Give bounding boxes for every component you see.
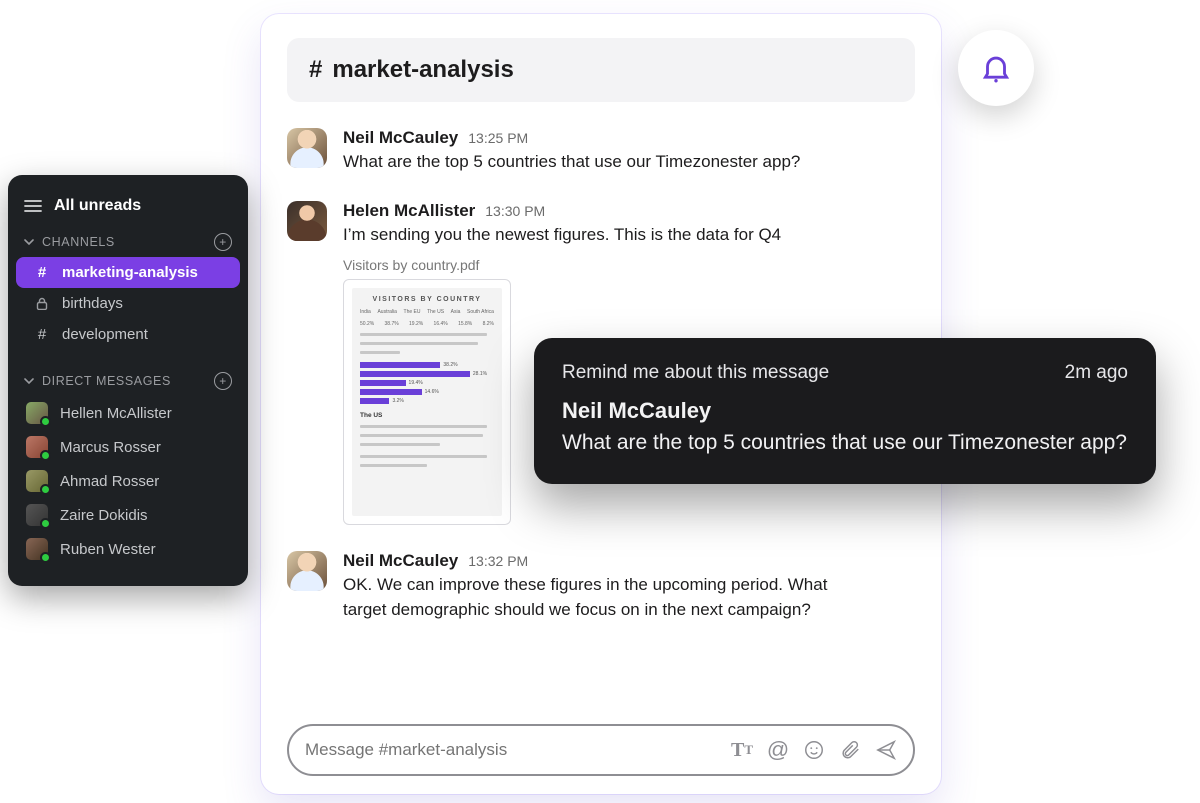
reminder-toast[interactable]: Remind me about this message 2m ago Neil… [534,338,1156,484]
format-icon[interactable]: TT [731,739,753,761]
channel-label: development [62,326,148,343]
pdf-section-label: The US [360,412,494,419]
send-icon[interactable] [875,739,897,761]
message[interactable]: Neil McCauley 13:25 PM What are the top … [287,128,915,175]
presence-dot [40,552,51,563]
chevron-down-icon [24,237,34,247]
presence-dot [40,518,51,529]
channel-name: market-analysis [332,56,513,84]
dm-name: Ruben Wester [60,541,156,558]
channel-label: marketing-analysis [62,264,198,281]
message-author: Neil McCauley [343,551,458,571]
message-time: 13:30 PM [485,203,545,219]
all-unreads[interactable]: All unreads [8,191,248,221]
chevron-down-icon [24,376,34,386]
pdf-preview: VISITORS BY COUNTRY IndiaAustraliaThe EU… [352,288,502,516]
lock-icon [34,297,50,310]
presence-dot [40,416,51,427]
attach-icon[interactable] [839,739,861,761]
sidebar: All unreads CHANNELS + # marketing-analy… [8,175,248,586]
dm-item[interactable]: Ahmad Rosser [8,464,248,498]
message[interactable]: Neil McCauley 13:32 PM OK. We can improv… [287,551,915,622]
dm-item[interactable]: Hellen McAllister [8,396,248,430]
avatar[interactable] [287,551,327,591]
toast-age: 2m ago [1065,362,1128,384]
add-dm-button[interactable]: + [214,372,232,390]
dm-name: Ahmad Rosser [60,473,159,490]
dm-label: DIRECT MESSAGES [42,374,171,388]
channel-label: birthdays [62,295,123,312]
attachment-thumbnail[interactable]: VISITORS BY COUNTRY IndiaAustraliaThe EU… [343,279,511,525]
dm-name: Marcus Rosser [60,439,161,456]
dm-item[interactable]: Ruben Wester [8,532,248,566]
mention-icon[interactable]: @ [767,739,789,761]
pdf-title: VISITORS BY COUNTRY [360,296,494,303]
message-author: Neil McCauley [343,128,458,148]
bell-icon [979,51,1013,85]
message-composer[interactable]: TT @ [287,724,915,776]
toast-author: Neil McCauley [562,398,1128,424]
channel-item-development[interactable]: # development [16,319,240,350]
channel-item-birthdays[interactable]: birthdays [16,288,240,319]
dm-name: Zaire Dokidis [60,507,148,524]
avatar[interactable] [287,128,327,168]
menu-icon [24,199,42,213]
attachment-filename[interactable]: Visitors by country.pdf [343,257,915,273]
hash-icon: # [34,326,50,343]
message-input[interactable] [305,740,717,760]
notifications-button[interactable] [958,30,1034,106]
add-channel-button[interactable]: + [214,233,232,251]
message-text: What are the top 5 countries that use ou… [343,150,915,175]
toast-body: What are the top 5 countries that use ou… [562,428,1128,458]
dm-item[interactable]: Zaire Dokidis [8,498,248,532]
message-text: I’m sending you the newest figures. This… [343,223,915,248]
presence-dot [40,484,51,495]
message-time: 13:32 PM [468,553,528,569]
message-text: OK. We can improve these figures in the … [343,573,863,622]
avatar[interactable] [287,201,327,241]
dm-name: Hellen McAllister [60,405,172,422]
message-author: Helen McAllister [343,201,475,221]
message-time: 13:25 PM [468,130,528,146]
emoji-icon[interactable] [803,739,825,761]
channels-label: CHANNELS [42,235,115,249]
channel-item-marketing-analysis[interactable]: # marketing-analysis [16,257,240,288]
presence-dot [40,450,51,461]
dm-section-header[interactable]: DIRECT MESSAGES + [8,360,248,396]
channels-section-header[interactable]: CHANNELS + [8,221,248,257]
toast-title: Remind me about this message [562,362,829,384]
channel-header[interactable]: # market-analysis [287,38,915,102]
hash-icon: # [309,56,322,84]
dm-item[interactable]: Marcus Rosser [8,430,248,464]
hash-icon: # [34,264,50,281]
all-unreads-label: All unreads [54,197,141,215]
